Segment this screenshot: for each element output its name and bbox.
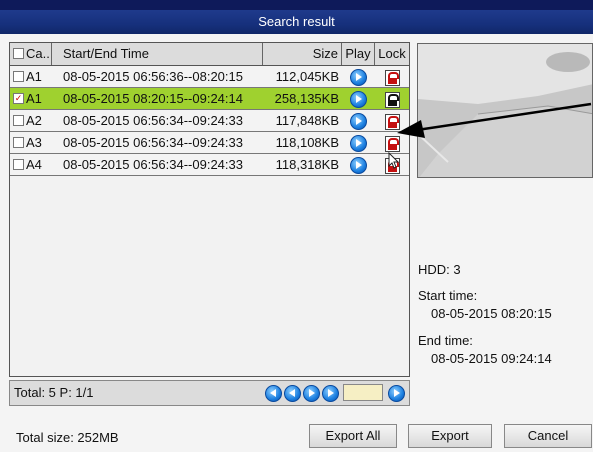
row-lock[interactable]	[375, 66, 409, 88]
table-row[interactable]: A4 08-05-2015 06:56:34--09:24:33 118,318KB	[10, 154, 409, 176]
row-size: 258,135KB	[274, 91, 339, 106]
row-time: 08-05-2015 06:56:34--09:24:33	[63, 135, 243, 150]
dialog-content: Ca... Start/End Time Size Play Lock A1 08…	[0, 34, 593, 452]
total-count: Total: 5 P: 1/1	[14, 385, 94, 400]
row-time: 08-05-2015 06:56:34--09:24:33	[63, 113, 243, 128]
top-strip	[0, 0, 593, 10]
row-camera-label: A3	[26, 135, 42, 150]
row-camera-label: A1	[26, 91, 42, 106]
table-row[interactable]: ✓ A1 08-05-2015 08:20:15--09:24:14 258,135K…	[10, 88, 409, 110]
row-time: 08-05-2015 08:20:15--09:24:14	[63, 91, 243, 106]
header-size[interactable]: Size	[264, 43, 342, 65]
table-row[interactable]: A1 08-05-2015 06:56:36--08:20:15 112,045KB	[10, 66, 409, 88]
window-title: Search result	[0, 10, 593, 34]
end-time-label: End time:	[418, 333, 473, 348]
play-icon[interactable]	[350, 157, 367, 175]
row-checkbox[interactable]	[13, 159, 24, 171]
row-size: 117,848KB	[275, 113, 339, 128]
go-page-icon[interactable]	[388, 385, 405, 402]
export-all-button[interactable]: Export All	[309, 424, 397, 448]
row-play[interactable]	[342, 88, 375, 110]
last-page-icon[interactable]	[322, 385, 339, 402]
row-camera[interactable]: A2	[13, 110, 52, 132]
header-camera[interactable]: Ca...	[13, 43, 52, 65]
header-lock: Lock	[378, 46, 406, 61]
row-size: 118,108KB	[275, 135, 339, 150]
next-page-icon[interactable]	[303, 385, 320, 402]
row-camera[interactable]: ✓ A1	[13, 88, 52, 110]
pagination-bar: Total: 5 P: 1/1	[9, 380, 410, 406]
row-camera[interactable]: A1	[13, 66, 52, 88]
row-camera-label: A1	[26, 69, 42, 84]
header-time[interactable]: Start/End Time	[53, 43, 263, 65]
table-header-row: Ca... Start/End Time Size Play Lock	[10, 43, 409, 66]
row-size: 112,045KB	[275, 69, 339, 84]
row-play[interactable]	[342, 66, 375, 88]
select-all-checkbox[interactable]	[13, 48, 24, 60]
row-checkbox[interactable]	[13, 115, 24, 127]
play-icon[interactable]	[350, 69, 367, 87]
row-checkbox[interactable]: ✓	[13, 93, 24, 105]
prev-page-icon[interactable]	[284, 385, 301, 402]
table-row[interactable]: A3 08-05-2015 06:56:34--09:24:33 118,108KB	[10, 132, 409, 154]
cancel-button[interactable]: Cancel	[504, 424, 592, 448]
total-size: Total size: 252MB	[16, 430, 119, 445]
play-icon[interactable]	[350, 113, 367, 131]
start-time-label: Start time:	[418, 288, 478, 303]
end-time-value: 08-05-2015 09:24:14	[431, 351, 552, 366]
unlock-icon[interactable]	[384, 69, 400, 86]
row-play[interactable]	[342, 132, 375, 154]
row-camera-label: A2	[26, 113, 42, 128]
row-play[interactable]	[342, 154, 375, 176]
row-checkbox[interactable]	[13, 137, 24, 149]
annotation-arrow-icon	[397, 102, 592, 138]
play-icon[interactable]	[350, 135, 367, 153]
row-time: 08-05-2015 06:56:36--08:20:15	[63, 69, 243, 84]
play-icon[interactable]	[350, 91, 367, 109]
mouse-cursor-icon	[388, 152, 400, 169]
row-camera-label: A4	[26, 157, 42, 172]
row-camera[interactable]: A4	[13, 154, 52, 176]
row-camera[interactable]: A3	[13, 132, 52, 154]
header-play: Play	[342, 43, 375, 65]
header-camera-label: Ca...	[26, 46, 52, 61]
page-number-input[interactable]	[343, 384, 383, 401]
file-table: Ca... Start/End Time Size Play Lock A1 08…	[9, 42, 410, 377]
row-checkbox[interactable]	[13, 71, 24, 83]
export-button[interactable]: Export	[408, 424, 492, 448]
row-time: 08-05-2015 06:56:34--09:24:33	[63, 157, 243, 172]
row-size: 118,318KB	[275, 157, 339, 172]
row-play[interactable]	[342, 110, 375, 132]
table-row[interactable]: A2 08-05-2015 06:56:34--09:24:33 117,848KB	[10, 110, 409, 132]
hdd-info: HDD: 3	[418, 262, 461, 277]
first-page-icon[interactable]	[265, 385, 282, 402]
start-time-value: 08-05-2015 08:20:15	[431, 306, 552, 321]
